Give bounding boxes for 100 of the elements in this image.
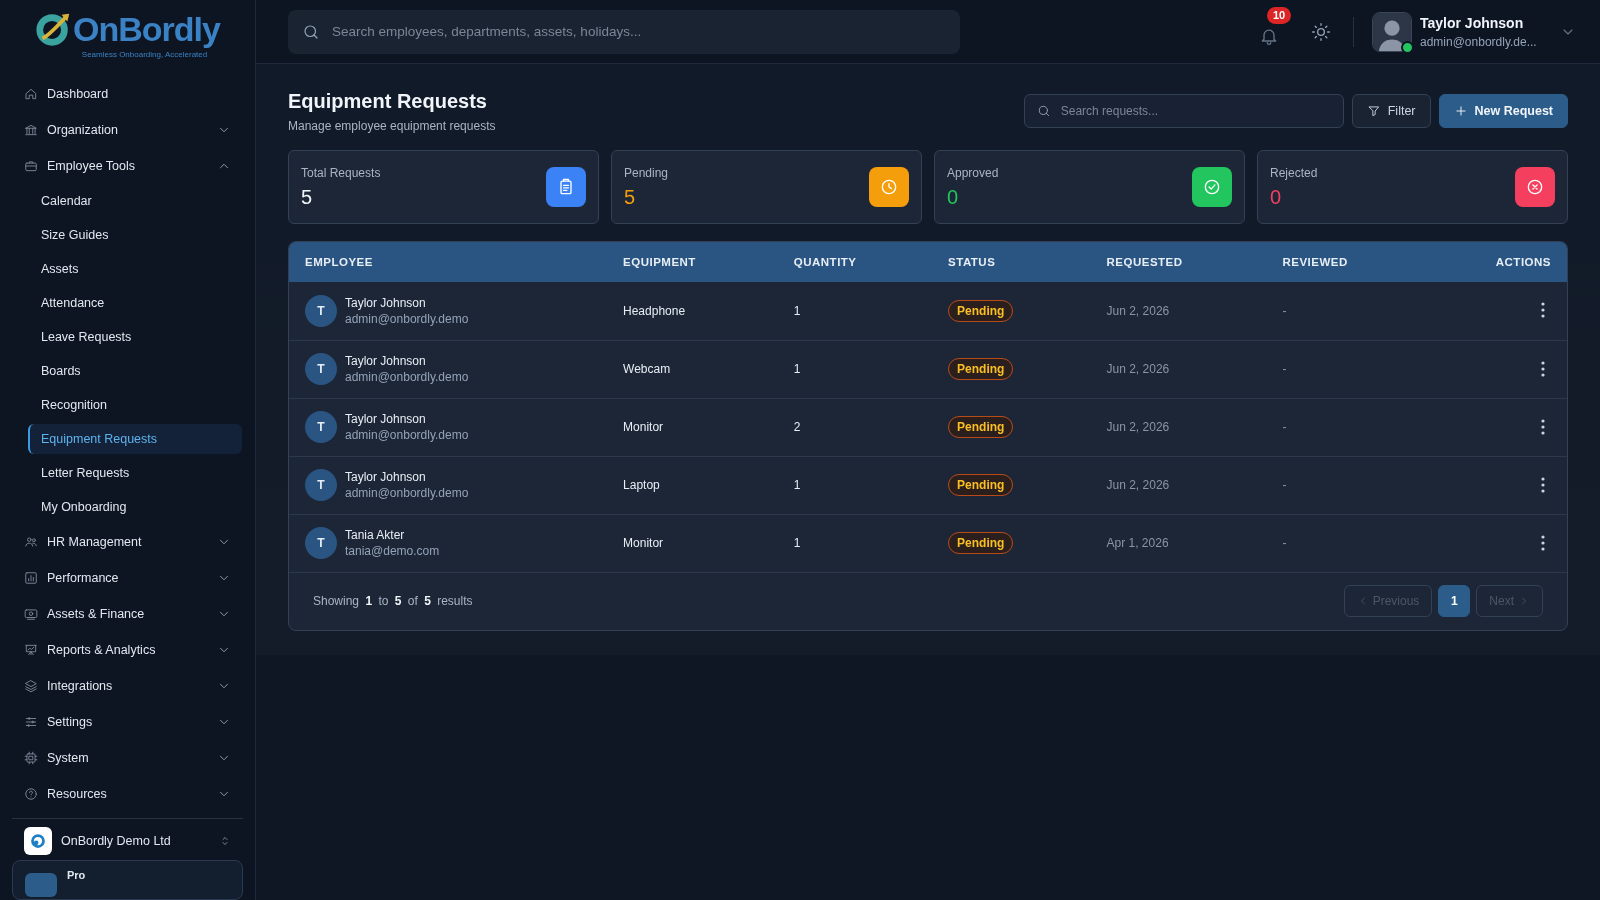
nav-item[interactable]: Reports & Analytics [12,632,243,668]
stat-value: 5 [301,185,314,209]
nav-subitem[interactable]: Calendar [28,186,243,216]
equipment-name: Webcam [623,362,671,376]
nav-item[interactable]: Resources [12,776,243,812]
employee-name: Taylor Johnson [345,354,427,368]
people-icon [24,535,38,549]
avatar-initial: T [305,353,337,385]
equipment-name: Monitor [623,420,664,434]
kebab-menu-icon [1541,302,1545,319]
column-header: REVIEWED [1266,242,1425,282]
workspace-switcher[interactable]: OnBordly Demo Ltd [12,826,243,856]
nav-item[interactable]: Organization [12,112,243,148]
page-title: Equipment Requests [288,90,488,113]
user-menu[interactable]: Taylor Johnson admin@onbordly.de... [1372,11,1576,52]
status-badge: Pending [948,299,1014,322]
filter-icon [1366,104,1381,118]
nav-subitem[interactable]: Assets [28,254,243,284]
nav-item[interactable]: System [12,740,243,776]
avatar-initial: T [305,527,337,559]
avatar-initial: T [305,469,337,501]
nav-subitem[interactable]: Recognition [28,390,243,420]
equipment-name: Monitor [623,536,664,550]
requested-date: Jun 2, 2026 [1106,303,1170,318]
nav-subitem[interactable]: Attendance [28,288,243,318]
plan-badge [25,873,57,897]
avatar-initial: T [305,411,337,443]
workspace-logo-icon [24,827,52,856]
quantity: 1 [793,362,801,376]
requested-date: Jun 2, 2026 [1106,478,1170,492]
employee-name: Taylor Johnson [345,412,427,426]
up-down-chevron-icon [219,835,231,848]
status-badge: Pending [948,532,1014,554]
banknote-icon [24,607,38,621]
nav-item[interactable]: Employee Tools [12,148,243,184]
requested-date: Jun 2, 2026 [1106,420,1170,434]
search-field[interactable]: Search requests... [1023,94,1344,128]
briefcase-icon [24,159,38,173]
kebab-menu-icon [1541,360,1545,377]
stat-value: 0 [1270,185,1283,209]
nav-subitem[interactable]: Size Guides [28,220,243,250]
nav-item[interactable]: Settings [12,704,243,740]
quantity: 2 [793,420,801,434]
nav-subitem[interactable]: Boards [28,356,243,386]
home-icon [24,87,38,101]
status-badge: Pending [948,416,1014,438]
status-badge: Pending [948,474,1014,496]
search-icon [302,22,320,41]
page-subtitle: Manage employee equipment requests [288,119,496,133]
column-header: REQUESTED [1090,242,1267,282]
nav-subitem[interactable]: My Onboarding [28,492,243,522]
employee-name: Taylor Johnson [345,295,427,310]
kebab-menu-icon [1541,476,1545,493]
user-name: Taylor Johnson [1420,14,1525,31]
chip-icon [24,751,38,765]
sliders-icon [24,715,38,729]
kebab-menu-icon [1541,418,1545,435]
reviewed-date: - [1282,420,1287,434]
stat-label: Total Requests [301,165,381,180]
avatar-silhouette-icon [1373,12,1411,51]
presentation-icon [24,643,38,657]
nav-item[interactable]: Integrations [12,668,243,704]
nav-subitem[interactable]: Equipment Requests [28,424,242,454]
reviewed-date: - [1282,362,1287,376]
reviewed-date: - [1282,478,1287,492]
column-header: QUANTITY [777,242,933,282]
nav-item[interactable]: Performance [12,560,243,596]
quantity: 1 [793,478,801,492]
stat-label: Pending [624,165,669,180]
stat-value: 0 [947,185,960,209]
column-header: STATUS [932,242,1091,282]
page-number-button[interactable]: 1 [1438,585,1471,617]
stat-label: Approved [947,165,999,180]
employee-email: tania@demo.com [345,544,440,558]
requested-date: Jun 2, 2026 [1106,362,1170,376]
logo-text: OnBordly [73,10,220,48]
plan-label: Pro [67,869,86,881]
status-badge: Pending [948,358,1014,380]
nav-item[interactable]: HR Management [12,524,243,560]
quantity: 1 [793,536,801,550]
avatar-initial: T [305,294,337,327]
employee-name: Taylor Johnson [345,470,427,484]
requested-date: Apr 1, 2026 [1106,536,1169,550]
nav-subitem[interactable]: Leave Requests [28,322,243,352]
equipment-name: Headphone [623,303,686,318]
employee-email: admin@onbordly.demo [345,428,469,442]
results-summary: Showing 1 to 5 of 5 results [313,594,473,608]
new-request-button[interactable]: New Request [1438,94,1568,128]
bar-chart-icon [24,571,38,585]
filter-button[interactable]: Filter [1351,94,1431,128]
layers-icon [24,679,38,693]
nav-item[interactable]: Dashboard [12,76,243,112]
search-icon [1036,104,1051,118]
nav-subitem[interactable]: Letter Requests [28,458,243,488]
column-header: EMPLOYEE [289,242,608,282]
employee-email: admin@onbordly.demo [345,370,469,384]
bank-icon [24,123,38,137]
nav-item[interactable]: Assets & Finance [12,596,243,632]
employee-email: admin@onbordly.demo [345,311,469,326]
search-field[interactable]: Search employees, departments, assets, holidays... [288,9,960,54]
